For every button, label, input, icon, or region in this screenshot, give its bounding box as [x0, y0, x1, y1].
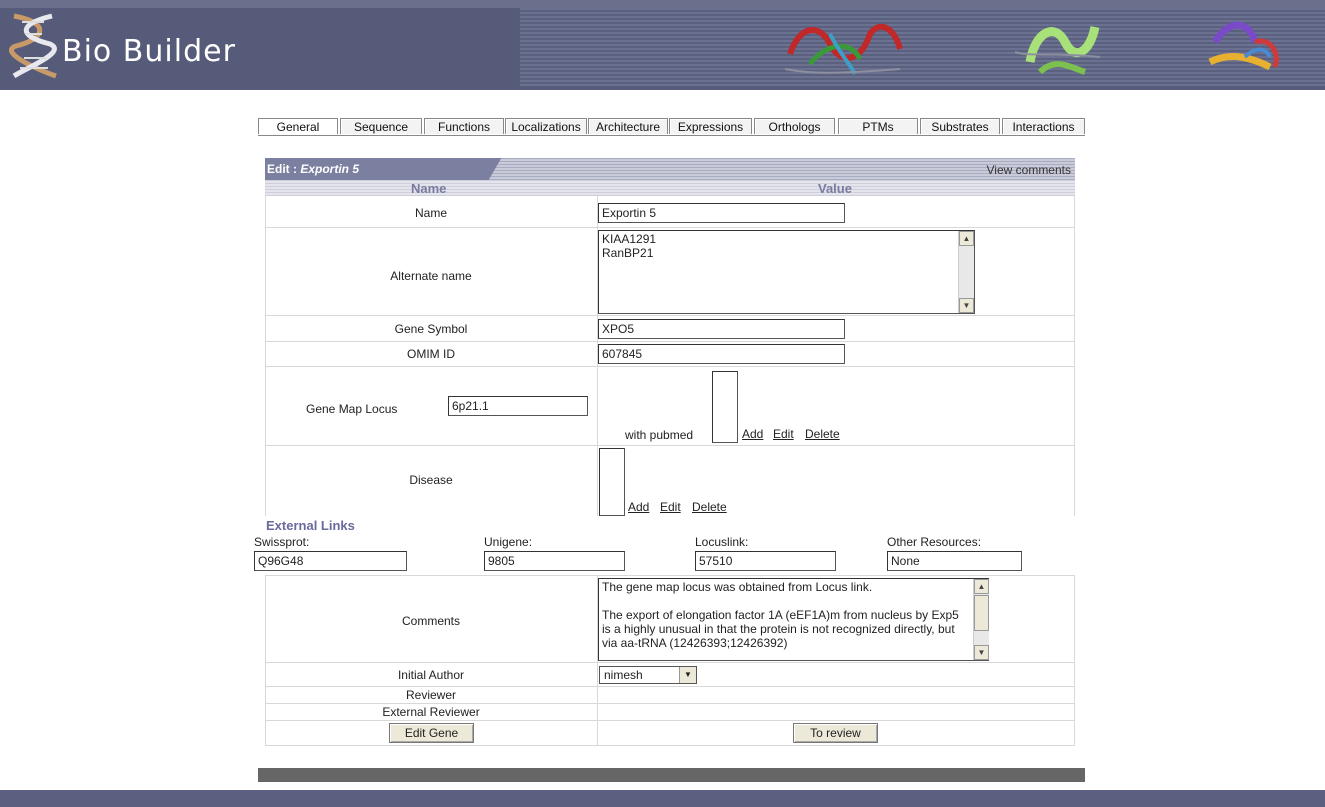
app-title: Bio Builder — [62, 34, 236, 69]
column-separator — [597, 575, 598, 746]
other-resources-input[interactable] — [887, 551, 1022, 571]
gene-map-locus-label: Gene Map Locus — [306, 402, 398, 416]
initial-author-label: Initial Author — [397, 668, 465, 682]
edit-title-gene-name: Exportin 5 — [300, 162, 360, 176]
row-buttons: Edit Gene To review — [265, 721, 1075, 746]
panel-left-border — [265, 196, 266, 516]
chevron-down-icon[interactable]: ▼ — [679, 667, 696, 683]
edit-header-bar: Edit : Exportin 5 View comments — [265, 158, 1075, 180]
tab-localizations[interactable]: Localizations — [505, 118, 587, 134]
header-banner: Bio Builder — [0, 0, 1325, 90]
alternate-name-label: Alternate name — [390, 269, 472, 283]
row-reviewer: Reviewer — [265, 687, 1075, 704]
tab-interactions[interactable]: Interactions — [1002, 118, 1085, 134]
disease-label: Disease — [409, 473, 453, 487]
column-name-header: Name — [411, 181, 447, 196]
locuslink-label: Locuslink: — [695, 535, 749, 549]
name-input[interactable] — [598, 203, 845, 223]
edit-gene-button[interactable]: Edit Gene — [389, 723, 474, 743]
disease-listbox[interactable] — [599, 448, 625, 516]
protein-structure-green-icon — [1014, 25, 1101, 75]
comments-textarea[interactable]: The gene map locus was obtained from Loc… — [598, 578, 989, 661]
row-alternate-name: Alternate name KIAA1291 RanBP21 ▲ ▼ — [265, 228, 1075, 316]
locuslink-input[interactable] — [695, 551, 836, 571]
gene-map-locus-input[interactable] — [448, 396, 588, 416]
footer-bar — [0, 790, 1325, 807]
scroll-down-icon[interactable]: ▼ — [974, 645, 989, 660]
tab-expressions[interactable]: Expressions — [669, 118, 752, 134]
row-external-reviewer: External Reviewer — [265, 704, 1075, 721]
initial-author-value: nimesh — [604, 668, 643, 682]
row-comments: Comments The gene map locus was obtained… — [265, 575, 1075, 663]
other-resources-label: Other Resources: — [887, 535, 982, 549]
disease-add-link[interactable]: Add — [628, 500, 649, 514]
protein-structure-red-icon — [784, 23, 903, 75]
disease-delete-link[interactable]: Delete — [692, 500, 727, 514]
dna-helix-logo-icon — [9, 13, 57, 79]
edit-title-prefix: Edit : — [267, 162, 301, 176]
edit-title: Edit : Exportin 5 — [267, 162, 359, 176]
to-review-button[interactable]: To review — [793, 723, 878, 743]
comments-label: Comments — [401, 614, 460, 628]
edit-bar-stripes — [475, 158, 1075, 180]
tab-baseline — [258, 135, 1085, 136]
external-links-title: External Links — [266, 518, 355, 533]
tab-orthologs[interactable]: Orthologs — [754, 118, 835, 134]
tab-sequence[interactable]: Sequence — [340, 118, 422, 134]
tab-general[interactable]: General — [258, 118, 338, 134]
row-initial-author: Initial Author nimesh ▼ — [265, 663, 1075, 687]
row-gene-symbol: Gene Symbol — [265, 316, 1075, 342]
scroll-up-icon[interactable]: ▲ — [959, 231, 974, 246]
comments-scrollbar[interactable]: ▲ ▼ — [973, 579, 989, 660]
column-separator — [597, 196, 598, 516]
tab-substrates[interactable]: Substrates — [920, 118, 1000, 134]
locus-add-link[interactable]: Add — [742, 427, 763, 441]
view-comments-link[interactable]: View comments — [987, 163, 1071, 177]
name-label: Name — [414, 206, 447, 220]
gene-symbol-label: Gene Symbol — [394, 322, 468, 336]
panel-left-border — [265, 575, 266, 746]
scroll-up-icon[interactable]: ▲ — [974, 579, 989, 594]
scroll-down-icon[interactable]: ▼ — [959, 298, 974, 313]
alternate-name-textarea[interactable]: KIAA1291 RanBP21 — [598, 230, 975, 314]
column-value-header: Value — [818, 181, 852, 196]
scroll-thumb[interactable] — [974, 595, 989, 631]
initial-author-select[interactable]: nimesh ▼ — [599, 666, 697, 684]
tab-functions[interactable]: Functions — [424, 118, 504, 134]
gene-symbol-input[interactable] — [598, 319, 845, 339]
header-top-line — [0, 0, 1325, 8]
panel-bottom-bar — [258, 768, 1085, 782]
disease-edit-link[interactable]: Edit — [660, 500, 681, 514]
swissprot-input[interactable] — [254, 551, 407, 571]
locus-edit-link[interactable]: Edit — [773, 427, 794, 441]
with-pubmed-label: with pubmed — [625, 428, 694, 442]
external-reviewer-label: External Reviewer — [382, 705, 480, 719]
panel-right-border — [1074, 196, 1075, 516]
omim-id-input[interactable] — [598, 344, 845, 364]
column-header-stripes — [265, 180, 1075, 196]
locus-delete-link[interactable]: Delete — [805, 427, 840, 441]
tab-architecture[interactable]: Architecture — [588, 118, 668, 134]
tab-ptms[interactable]: PTMs — [838, 118, 918, 134]
swissprot-label: Swissprot: — [254, 535, 310, 549]
unigene-input[interactable] — [484, 551, 625, 571]
column-header: Name Value — [265, 180, 1075, 196]
row-name: Name — [265, 196, 1075, 228]
pubmed-listbox[interactable] — [712, 371, 738, 443]
omim-id-label: OMIM ID — [407, 347, 455, 361]
reviewer-label: Reviewer — [405, 688, 456, 702]
row-disease: Disease Add Edit Delete — [265, 446, 1075, 516]
alternate-name-scrollbar[interactable]: ▲ ▼ — [958, 231, 974, 313]
row-omim-id: OMIM ID — [265, 342, 1075, 367]
row-gene-map-locus: Gene Map Locus with pubmed Add Edit Dele… — [265, 367, 1075, 446]
unigene-label: Unigene: — [484, 535, 533, 549]
protein-structure-purple-icon — [1208, 21, 1279, 71]
panel-right-border — [1074, 575, 1075, 746]
